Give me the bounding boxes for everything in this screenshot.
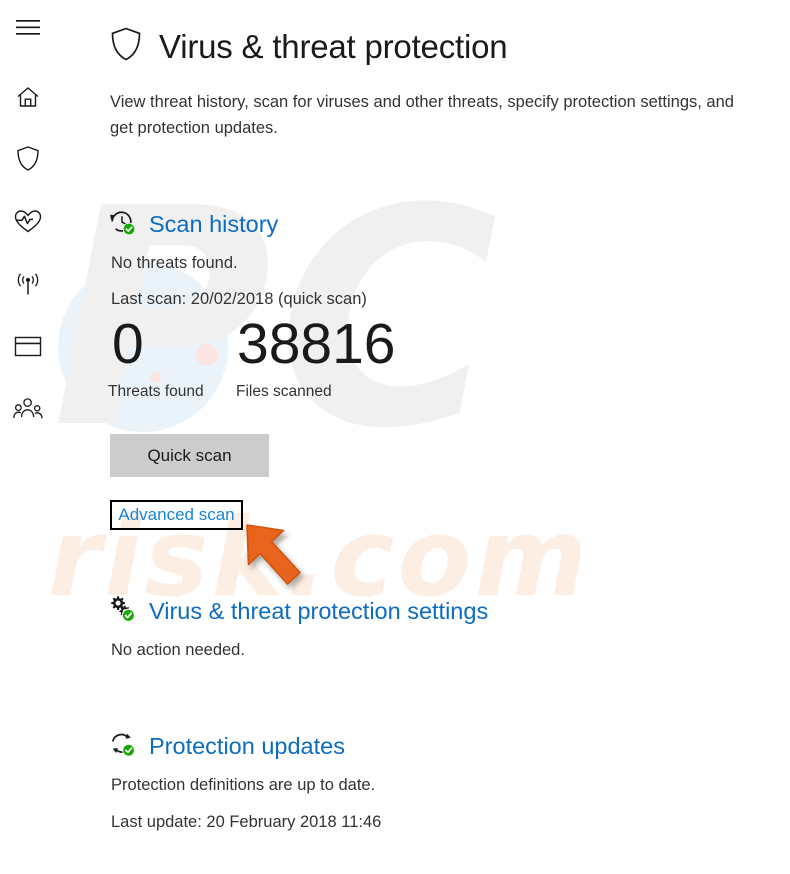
app-window-icon xyxy=(14,335,42,358)
wifi-signal-icon xyxy=(13,272,43,298)
family-people-icon xyxy=(13,397,43,421)
scan-history-last-scan: Last scan: 20/02/2018 (quick scan) xyxy=(111,290,367,308)
home-icon xyxy=(15,85,41,109)
section-title-scan-history[interactable]: Scan history xyxy=(149,211,278,238)
sidebar-item-home[interactable] xyxy=(0,75,56,119)
sidebar-item-device-performance-health[interactable] xyxy=(0,199,56,243)
page-title: Virus & threat protection xyxy=(159,27,508,65)
history-clock-check-icon xyxy=(108,208,136,241)
heart-pulse-icon xyxy=(14,209,42,234)
sidebar-item-family-options[interactable] xyxy=(0,387,56,431)
stat-files-scanned: 38816 Files scanned xyxy=(236,312,396,401)
sidebar-item-hamburger-menu[interactable] xyxy=(0,6,56,50)
watermark-dot xyxy=(90,330,106,346)
sidebar-item-virus-threat-protection[interactable] xyxy=(0,136,56,180)
quick-scan-button[interactable]: Quick scan xyxy=(110,434,269,477)
page-header: Virus & threat protection xyxy=(110,26,508,67)
navigation-sidebar xyxy=(0,0,56,874)
protection-updates-last-update: Last update: 20 February 2018 11:46 xyxy=(111,813,382,831)
advanced-scan-highlight-box: Advanced scan xyxy=(110,500,243,530)
section-header-protection-updates[interactable]: Protection updates xyxy=(108,730,345,763)
refresh-check-icon xyxy=(108,730,136,763)
stat-threats-found: 0 Threats found xyxy=(108,312,236,401)
protection-updates-status: Protection definitions are up to date. xyxy=(111,776,376,794)
page-description: View threat history, scan for viruses an… xyxy=(110,93,734,137)
shield-icon xyxy=(110,26,142,67)
sidebar-item-firewall-network-protection[interactable] xyxy=(0,263,56,307)
sidebar-item-app-browser-control[interactable] xyxy=(0,324,56,368)
scan-history-status: No threats found. xyxy=(111,254,238,272)
shield-icon xyxy=(16,145,40,172)
scan-statistics: 0 Threats found 38816 Files scanned xyxy=(108,312,396,401)
stat-label: Threats found xyxy=(108,383,204,400)
section-title-protection-updates[interactable]: Protection updates xyxy=(149,733,345,760)
stat-value: 38816 xyxy=(237,312,396,376)
hamburger-icon xyxy=(16,19,40,37)
gears-check-icon xyxy=(108,595,136,628)
stat-value: 0 xyxy=(112,312,144,376)
advanced-scan-link[interactable]: Advanced scan xyxy=(118,505,234,525)
section-header-scan-history[interactable]: Scan history xyxy=(108,208,278,241)
protection-settings-status: No action needed. xyxy=(111,641,245,659)
annotation-arrow-icon xyxy=(243,521,323,603)
stat-label: Files scanned xyxy=(236,383,332,400)
